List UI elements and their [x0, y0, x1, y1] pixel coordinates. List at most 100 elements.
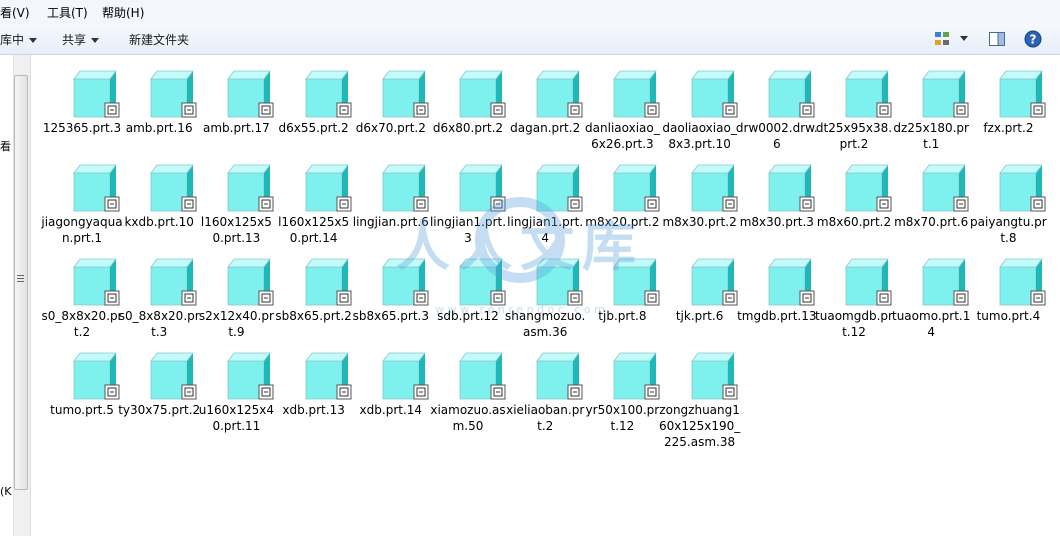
file-item[interactable]: l160x125x50.prt.13 [197, 151, 275, 247]
file-name: tumo.prt.5 [50, 403, 114, 417]
file-item[interactable]: tumo.prt.5 [43, 339, 121, 435]
file-item[interactable]: tuaomgdb.prt.12 [815, 245, 893, 341]
file-name: m8x20.prt.2 [585, 215, 660, 229]
file-item[interactable]: sdb.prt.12 [429, 245, 507, 341]
file-item[interactable]: lingjian1.prt.4 [506, 151, 584, 247]
file-item[interactable]: lingjian1.prt.3 [429, 151, 507, 247]
file-item[interactable]: d6x55.prt.2 [275, 57, 353, 153]
file-item[interactable]: s0_8x8x20.prt.2 [42, 245, 123, 341]
file-item[interactable]: lingjian.prt.6 [352, 151, 430, 247]
file-item[interactable]: daoliaoxiao_8x3.prt.10 [661, 57, 739, 153]
file-item[interactable]: tuaomo.prt.14 [892, 245, 970, 341]
file-name: xdb.prt.13 [282, 403, 345, 417]
file-item[interactable]: dagan.prt.2 [506, 57, 584, 153]
file-name: zongzhuang160x125x190_225.asm.38 [658, 403, 741, 449]
file-item[interactable]: l160x125x50.prt.14 [275, 151, 353, 247]
file-item[interactable]: yr50x100.prt.12 [583, 339, 661, 435]
file-item[interactable]: m8x20.prt.2 [583, 151, 661, 247]
file-item[interactable]: tmgdb.prt.13 [737, 245, 817, 341]
file-item[interactable]: xieliaoban.prt.2 [506, 339, 584, 435]
file-name: tuaomo.prt.14 [892, 309, 971, 339]
creo-part-icon [845, 164, 892, 212]
menu-view[interactable]: 看(V) [0, 4, 30, 21]
file-item[interactable]: zongzhuang160x125x190_225.asm.38 [659, 339, 740, 449]
file-item[interactable]: m8x30.prt.3 [738, 151, 816, 247]
chevron-down-icon [91, 38, 100, 43]
creo-part-icon [304, 258, 352, 306]
file-item[interactable]: danliaoxiao_6x26.prt.3 [583, 57, 661, 153]
file-item[interactable]: ty30x75.prt.2 [118, 339, 200, 435]
creo-part-icon [73, 164, 120, 212]
file-item[interactable]: jiagongyaquan.prt.1 [41, 151, 123, 247]
creo-part-icon [613, 258, 660, 306]
file-name: u160x125x40.prt.11 [198, 403, 275, 433]
share-button[interactable]: 共享 [62, 31, 100, 48]
creo-part-icon [459, 70, 506, 118]
file-item[interactable]: xdb.prt.14 [352, 339, 430, 435]
file-item[interactable]: amb.prt.17 [197, 57, 275, 153]
file-name: jiagongyaquan.prt.1 [41, 215, 123, 245]
file-item[interactable]: s0_8x8x20.prt.3 [119, 245, 200, 341]
creo-part-icon [227, 258, 274, 306]
file-name: dagan.prt.2 [510, 121, 581, 135]
file-name: amb.prt.16 [125, 121, 193, 135]
file-item[interactable]: d6x80.prt.2 [429, 57, 507, 153]
file-item[interactable]: kxdb.prt.10 [120, 151, 198, 247]
file-name: lingjian.prt.6 [352, 215, 429, 229]
file-item[interactable]: tjb.prt.8 [583, 245, 661, 341]
chevron-down-icon[interactable] [960, 36, 968, 41]
creo-part-icon [73, 70, 120, 118]
file-item[interactable]: shangmozuo.asm.36 [505, 245, 585, 341]
include-in-library-label: 库中 [0, 33, 25, 47]
file-name: tumo.prt.4 [976, 309, 1041, 323]
file-name: 125365.prt.3 [42, 121, 122, 135]
file-item[interactable]: drw0002.drw.6 [735, 57, 818, 153]
file-item[interactable]: amb.prt.16 [120, 57, 198, 153]
views-icon[interactable] [934, 30, 952, 48]
file-item[interactable]: m8x70.prt.6 [892, 151, 970, 247]
file-item[interactable]: fzx.prt.2 [969, 57, 1047, 153]
file-item[interactable]: 125365.prt.3 [43, 57, 121, 153]
scroll-grip-icon [17, 275, 24, 283]
file-item[interactable]: tumo.prt.4 [969, 245, 1047, 341]
file-name: danliaoxiao_6x26.prt.3 [585, 121, 660, 151]
creo-part-icon [922, 164, 969, 212]
file-item[interactable]: m8x30.prt.2 [661, 151, 739, 247]
file-item[interactable]: sb8x65.prt.3 [352, 245, 430, 341]
file-item[interactable]: d6x70.prt.2 [352, 57, 430, 153]
creo-part-icon [381, 164, 429, 212]
nav-item-label[interactable]: (K [0, 485, 12, 498]
creo-part-icon [690, 352, 738, 400]
file-name: d6x70.prt.2 [355, 121, 426, 135]
file-name: xieliaoban.prt.2 [506, 403, 585, 433]
help-icon[interactable]: ? [1024, 30, 1042, 48]
include-in-library-button[interactable]: 库中 [0, 31, 38, 48]
menu-tools[interactable]: 工具(T) [47, 4, 88, 21]
preview-pane-icon[interactable] [988, 30, 1006, 48]
file-item[interactable]: xdb.prt.13 [275, 339, 353, 435]
file-item[interactable]: dt25x95x38.prt.2 [815, 57, 893, 153]
creo-part-icon [150, 70, 197, 118]
new-folder-button[interactable]: 新建文件夹 [129, 31, 189, 48]
file-item[interactable]: paiyangtu.prt.8 [969, 151, 1047, 247]
file-name: amb.prt.17 [202, 121, 270, 135]
file-name: m8x30.prt.2 [662, 215, 737, 229]
chevron-down-icon [29, 38, 38, 43]
menu-help[interactable]: 帮助(H) [102, 4, 144, 21]
creo-part-icon [459, 258, 506, 306]
file-name: sdb.prt.12 [437, 309, 499, 323]
creo-part-icon [999, 164, 1046, 212]
file-item[interactable]: s2x12x40.prt.9 [197, 245, 275, 341]
creo-part-icon [613, 70, 660, 118]
creo-part-icon [922, 70, 969, 118]
nav-item-label[interactable]: 看 [0, 138, 11, 154]
file-name: s2x12x40.prt.9 [198, 309, 274, 339]
creo-part-icon [227, 352, 274, 400]
file-item[interactable]: tjk.prt.6 [661, 245, 739, 341]
file-item[interactable]: sb8x65.prt.2 [275, 245, 353, 341]
file-item[interactable]: u160x125x40.prt.11 [197, 339, 275, 435]
file-item[interactable]: dz25x180.prt.1 [892, 57, 970, 153]
file-item[interactable]: m8x60.prt.2 [815, 151, 893, 247]
file-item[interactable]: xiamozuo.asm.50 [429, 339, 507, 435]
file-name: drw0002.drw.6 [735, 121, 818, 151]
